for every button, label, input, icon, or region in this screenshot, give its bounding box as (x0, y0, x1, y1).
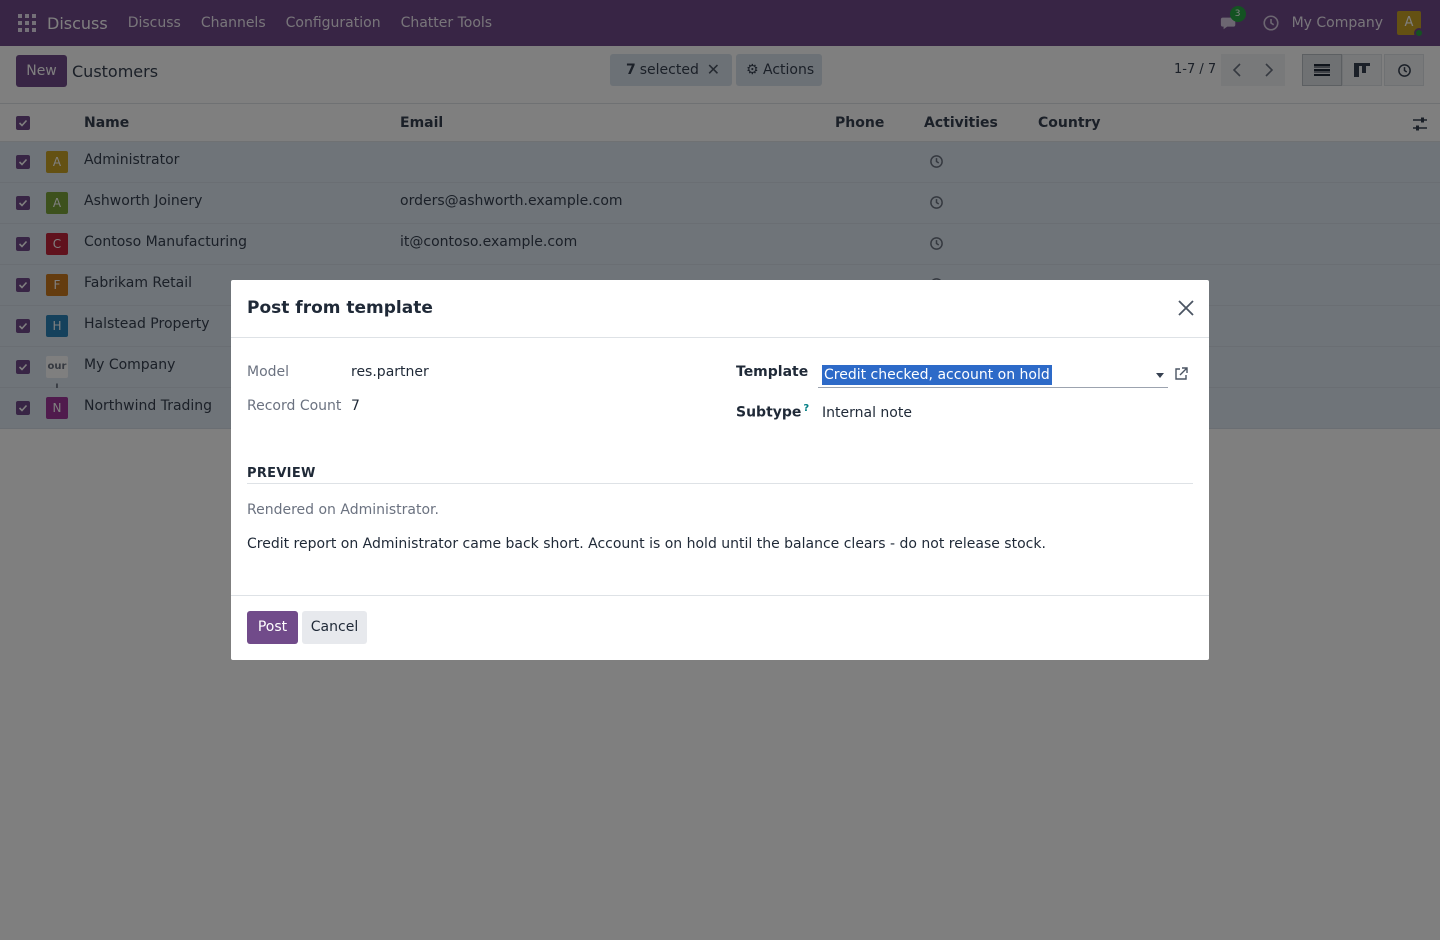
post-from-template-dialog: Post from template Model res.partner Rec… (231, 280, 1209, 660)
record-count-value: 7 (351, 398, 360, 414)
subtype-label: Subtype (736, 404, 802, 421)
external-link-icon[interactable] (1173, 366, 1189, 382)
dialog-header: Post from template (231, 280, 1209, 338)
dialog-footer: Post Cancel (231, 595, 1209, 660)
model-label: Model (247, 364, 290, 380)
template-label: Template (736, 364, 809, 380)
chevron-down-icon[interactable] (1156, 373, 1164, 378)
post-button[interactable]: Post (247, 611, 298, 644)
preview-body: Credit report on Administrator came back… (247, 536, 1046, 552)
cancel-button[interactable]: Cancel (302, 611, 367, 644)
template-select[interactable]: Credit checked, account on hold (818, 362, 1168, 388)
subtype-label-wrap: Subtype? (736, 403, 809, 421)
dialog-title: Post from template (247, 298, 433, 318)
rendered-on-text: Rendered on Administrator. (247, 502, 439, 518)
template-value[interactable]: Credit checked, account on hold (822, 365, 1052, 385)
preview-title: PREVIEW (247, 466, 316, 481)
model-value: res.partner (351, 364, 429, 380)
close-icon[interactable] (1177, 299, 1195, 317)
record-count-label: Record Count (247, 398, 342, 414)
help-tooltip-icon[interactable]: ? (803, 403, 809, 414)
preview-divider (247, 483, 1193, 484)
subtype-value: Internal note (822, 405, 912, 421)
